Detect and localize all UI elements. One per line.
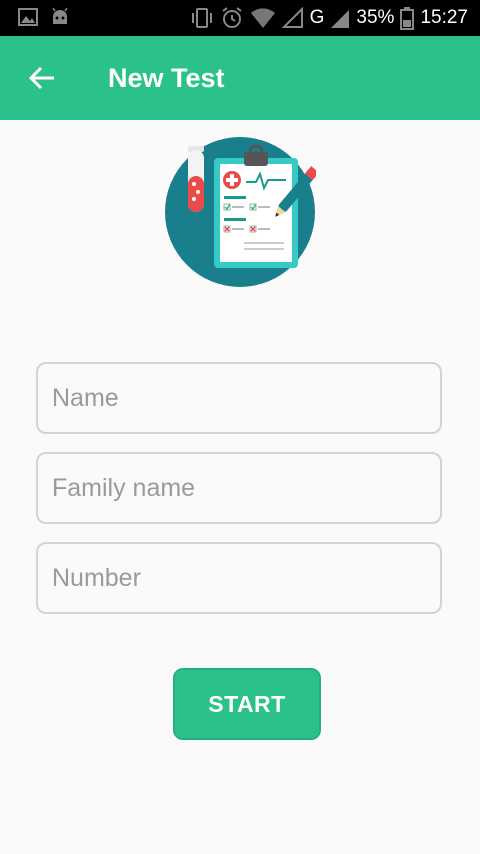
number-input[interactable] xyxy=(38,544,440,612)
number-field[interactable] xyxy=(36,542,442,614)
name-field[interactable] xyxy=(36,362,442,434)
status-bar-right: G 35% 15:27 xyxy=(190,0,468,36)
signal-icon xyxy=(281,7,304,29)
family-name-field[interactable] xyxy=(36,452,442,524)
network-type: G xyxy=(309,7,325,28)
android-notification-icon xyxy=(50,8,70,26)
alarm-icon xyxy=(220,6,244,30)
back-button[interactable] xyxy=(26,62,58,94)
status-bar: G 35% 15:27 xyxy=(0,0,480,36)
name-input[interactable] xyxy=(38,364,440,432)
app-bar: New Test xyxy=(0,36,480,120)
battery-percentage: 35% xyxy=(356,7,395,28)
start-button[interactable]: START xyxy=(173,668,321,740)
wifi-icon xyxy=(250,7,276,29)
medical-clipboard-icon xyxy=(164,136,319,288)
vibrate-icon xyxy=(190,7,214,29)
arrow-back-icon xyxy=(28,66,54,90)
family-name-input[interactable] xyxy=(38,454,440,522)
battery-icon xyxy=(400,6,415,30)
signal-strength-icon xyxy=(330,7,350,29)
clock: 15:27 xyxy=(420,7,468,28)
status-bar-left xyxy=(18,8,70,26)
image-notification-icon xyxy=(18,8,38,26)
page-title: New Test xyxy=(108,63,225,93)
